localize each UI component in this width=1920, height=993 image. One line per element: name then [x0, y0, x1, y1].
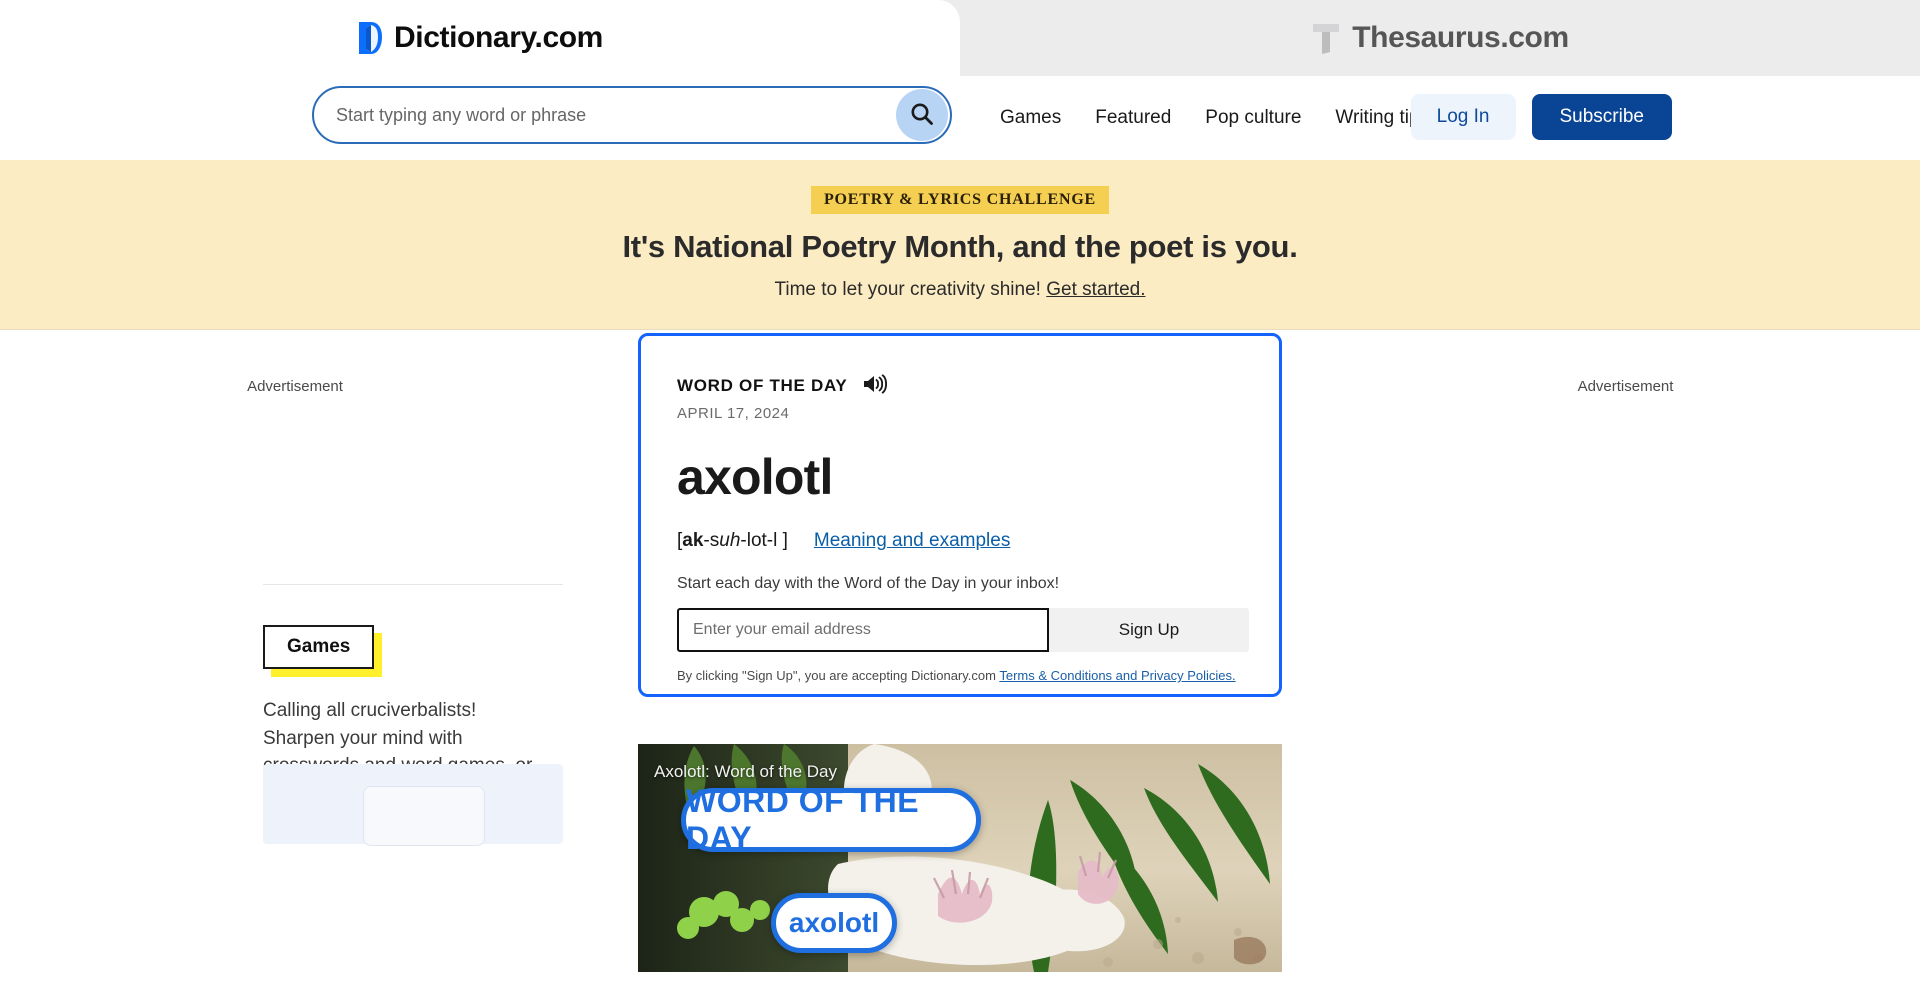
video-pill-secondary: axolotl — [771, 893, 897, 953]
promo-title: It's National Poetry Month, and the poet… — [622, 229, 1298, 264]
promo-subtitle: Time to let your creativity shine! Get s… — [0, 279, 1920, 301]
main-content: Advertisement Games Calling all cruciver… — [0, 330, 1920, 972]
sign-up-button[interactable]: Sign Up — [1049, 608, 1249, 652]
promo-content: POETRY & LYRICS CHALLENGE It's National … — [0, 160, 1920, 301]
promo-subtitle-text: Time to let your creativity shine! — [774, 279, 1041, 300]
wotd-pronunciation: [ak-suh-lot-l ] — [677, 530, 788, 552]
search-button[interactable] — [896, 89, 948, 141]
tab-dictionary[interactable]: Dictionary.com — [0, 0, 960, 76]
terms-prefix: By clicking "Sign Up", you are accepting… — [677, 668, 1000, 683]
terms-text: By clicking "Sign Up", you are accepting… — [677, 668, 1243, 683]
right-column: Advertisement — [1331, 330, 1920, 395]
newsletter-signup-form: Sign Up — [677, 608, 1249, 652]
pron-mid-2: -lot-l ] — [740, 530, 788, 551]
dictionary-logo-icon — [357, 21, 383, 55]
games-badge: Games — [263, 625, 383, 677]
wotd-video-player[interactable]: Axolotl: Word of the Day WORD OF THE DAY… — [638, 744, 1282, 972]
pron-schwa: uh — [719, 530, 741, 551]
meaning-and-examples-link[interactable]: Meaning and examples — [814, 530, 1010, 552]
thesaurus-logo-icon — [1311, 21, 1341, 55]
subscribe-button[interactable]: Subscribe — [1531, 94, 1672, 140]
site-header: Games Featured Pop culture Writing tips … — [0, 76, 1920, 160]
promo-banner: POETRY & LYRICS CHALLENGE It's National … — [0, 160, 1920, 330]
tab-thesaurus-label: Thesaurus.com — [1352, 21, 1569, 54]
search-bar[interactable] — [312, 86, 952, 144]
wotd-audio-button[interactable] — [863, 374, 888, 397]
promo-cta-link[interactable]: Get started. — [1046, 279, 1145, 300]
search-input[interactable] — [336, 104, 896, 126]
video-pill-primary: WORD OF THE DAY — [681, 783, 981, 856]
terms-link[interactable]: Terms & Conditions and Privacy Policies. — [999, 668, 1235, 683]
promo-badge: POETRY & LYRICS CHALLENGE — [810, 186, 1110, 214]
wotd-header: WORD OF THE DAY — [677, 374, 1243, 397]
sidebar-game-tile[interactable] — [363, 786, 485, 846]
wotd-date: APRIL 17, 2024 — [677, 405, 790, 422]
video-title: Axolotl: Word of the Day — [654, 762, 837, 781]
nav-link-pop-culture[interactable]: Pop culture — [1205, 107, 1301, 129]
primary-nav: Games Featured Pop culture Writing tips — [1000, 76, 1429, 160]
newsletter-prompt: Start each day with the Word of the Day … — [677, 575, 1060, 592]
log-in-button[interactable]: Log In — [1410, 94, 1516, 140]
right-ad-label: Advertisement — [1577, 378, 1674, 395]
pron-stress: ak — [682, 530, 704, 551]
email-field[interactable] — [677, 608, 1049, 652]
wotd-pronunciation-row: [ak-suh-lot-l ] Meaning and examples — [677, 530, 1243, 552]
search-icon — [909, 101, 935, 130]
wotd-kicker: WORD OF THE DAY — [677, 375, 848, 395]
left-column: Advertisement Games Calling all cruciver… — [0, 330, 590, 846]
nav-link-featured[interactable]: Featured — [1095, 107, 1171, 129]
sidebar-game-card[interactable] — [263, 764, 563, 846]
tab-dictionary-label: Dictionary.com — [394, 21, 603, 54]
tab-thesaurus[interactable]: Thesaurus.com — [960, 0, 1920, 76]
pron-mid-1: -s — [703, 530, 720, 551]
site-tab-bar: Dictionary.com Thesaurus.com — [0, 0, 1920, 76]
wotd-word: axolotl — [677, 449, 833, 505]
sidebar-games-block: Games Calling all cruciverbalists! Sharp… — [263, 330, 563, 846]
sidebar-divider — [263, 584, 563, 585]
games-badge-label[interactable]: Games — [263, 625, 375, 669]
auth-buttons: Log In Subscribe — [1410, 94, 1672, 140]
speaker-icon — [863, 374, 888, 397]
nav-link-games[interactable]: Games — [1000, 107, 1061, 129]
word-of-the-day-card: WORD OF THE DAY APRIL 17, 2024 axolotl [… — [638, 333, 1282, 697]
